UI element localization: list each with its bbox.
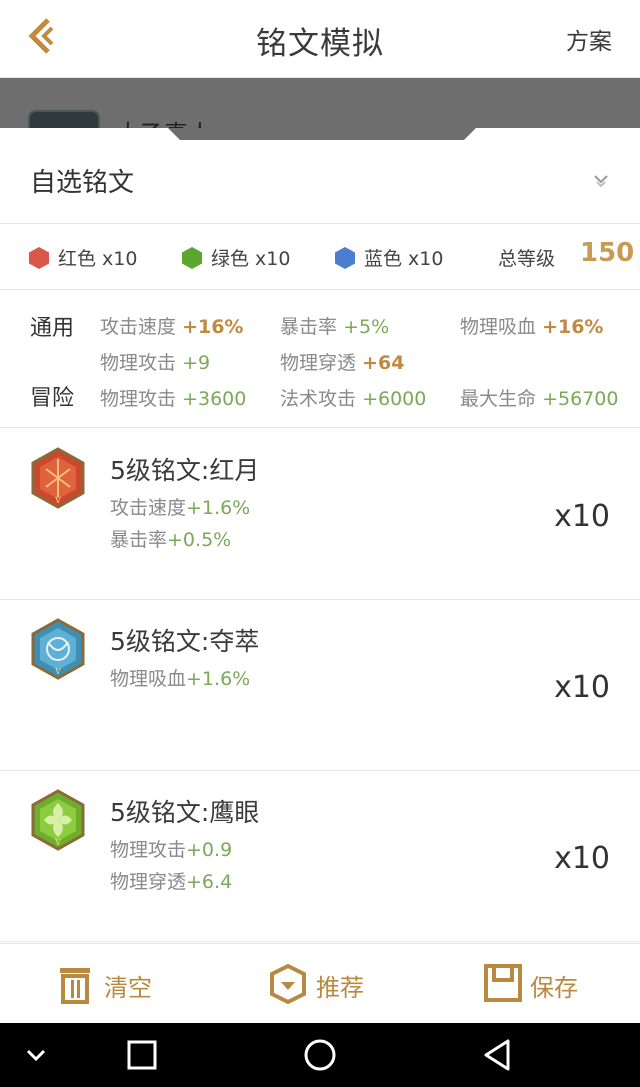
- recommend-label: 推荐: [316, 974, 364, 1002]
- top-bar: 铭文模拟 方案: [0, 0, 640, 78]
- rune-stat: 物理攻击+0.9: [110, 839, 233, 861]
- stat-item: 法术攻击 +6000: [280, 388, 427, 410]
- rune-count: x10: [554, 670, 610, 705]
- green-count: 绿色 x10: [211, 248, 291, 270]
- red-hexagon-icon: [29, 247, 49, 269]
- blue-hexagon-icon: [335, 247, 355, 269]
- blue-count: 蓝色 x10: [364, 248, 444, 270]
- rune-item-red-moon[interactable]: V 5级铭文:红月 攻击速度+1.6% 暴击率+0.5% x10: [0, 429, 640, 600]
- rune-stat: 物理吸血+1.6%: [110, 668, 251, 690]
- trash-icon: [60, 968, 90, 1004]
- rune-stat: 攻击速度+1.6%: [110, 497, 251, 519]
- system-nav-bar: [0, 1023, 640, 1087]
- svg-text:V: V: [54, 496, 61, 505]
- rune-item-hawk-eye[interactable]: V 5级铭文:鹰眼 物理攻击+0.9 物理穿透+6.4 x10: [0, 771, 640, 942]
- save-icon: [484, 964, 522, 1002]
- total-level-value: 150: [580, 238, 635, 268]
- svg-text:V: V: [54, 838, 61, 847]
- custom-rune-selector[interactable]: 自选铭文: [0, 140, 640, 224]
- rune-name: 5级铭文:红月: [110, 456, 260, 485]
- rune-item-duocui[interactable]: V 5级铭文:夺萃 物理吸血+1.6% x10: [0, 600, 640, 771]
- stat-item: 物理吸血 +16%: [460, 316, 604, 338]
- stat-item: 物理攻击 +3600: [100, 388, 247, 410]
- stat-item: 最大生命 +56700: [460, 388, 619, 410]
- red-moon-rune-icon: V: [31, 447, 85, 509]
- chevron-down-icon[interactable]: [592, 172, 610, 190]
- rune-name: 5级铭文:夺萃: [110, 627, 260, 656]
- save-label: 保存: [530, 974, 578, 1002]
- chevron-down-icon[interactable]: [16, 1035, 56, 1075]
- clear-button[interactable]: 清空: [58, 962, 168, 1006]
- stat-item: 物理穿透 +64: [280, 352, 405, 374]
- duocui-rune-icon: V: [31, 618, 85, 680]
- stats-summary: 通用 攻击速度 +16% 暴击率 +5% 物理吸血 +16% 物理攻击 +9 物…: [0, 290, 640, 428]
- hawk-eye-rune-icon: V: [31, 789, 85, 851]
- rune-name: 5级铭文:鹰眼: [110, 798, 260, 827]
- rune-stat: 暴击率+0.5%: [110, 529, 232, 551]
- rune-stat: 物理穿透+6.4: [110, 871, 233, 893]
- svg-text:V: V: [54, 667, 61, 676]
- stat-item: 攻击速度 +16%: [100, 316, 244, 338]
- total-level-label: 总等级: [498, 248, 556, 270]
- page-title: 铭文模拟: [256, 26, 384, 62]
- back-icon[interactable]: [478, 1035, 518, 1075]
- green-hexagon-icon: [182, 247, 202, 269]
- recent-apps-icon[interactable]: [122, 1035, 162, 1075]
- clear-label: 清空: [104, 974, 152, 1002]
- panel-notch: [168, 128, 476, 140]
- stat-item: 物理攻击 +9: [100, 352, 211, 374]
- custom-rune-label: 自选铭文: [30, 168, 135, 198]
- red-count: 红色 x10: [58, 248, 138, 270]
- rune-count: x10: [554, 499, 610, 534]
- rune-count: x10: [554, 841, 610, 876]
- save-button[interactable]: 保存: [484, 962, 594, 1006]
- recommend-button[interactable]: 推荐: [270, 962, 380, 1006]
- home-icon[interactable]: [300, 1035, 340, 1075]
- stat-item: 暴击率 +5%: [280, 316, 390, 338]
- adventure-label: 冒险: [30, 386, 75, 411]
- general-label: 通用: [30, 316, 75, 341]
- shield-icon: [270, 964, 306, 1004]
- plan-button[interactable]: 方案: [566, 22, 612, 56]
- bottom-toolbar: 清空 推荐 保存: [0, 943, 640, 1023]
- rune-color-summary: 红色 x10 绿色 x10 蓝色 x10 总等级 150: [0, 224, 640, 290]
